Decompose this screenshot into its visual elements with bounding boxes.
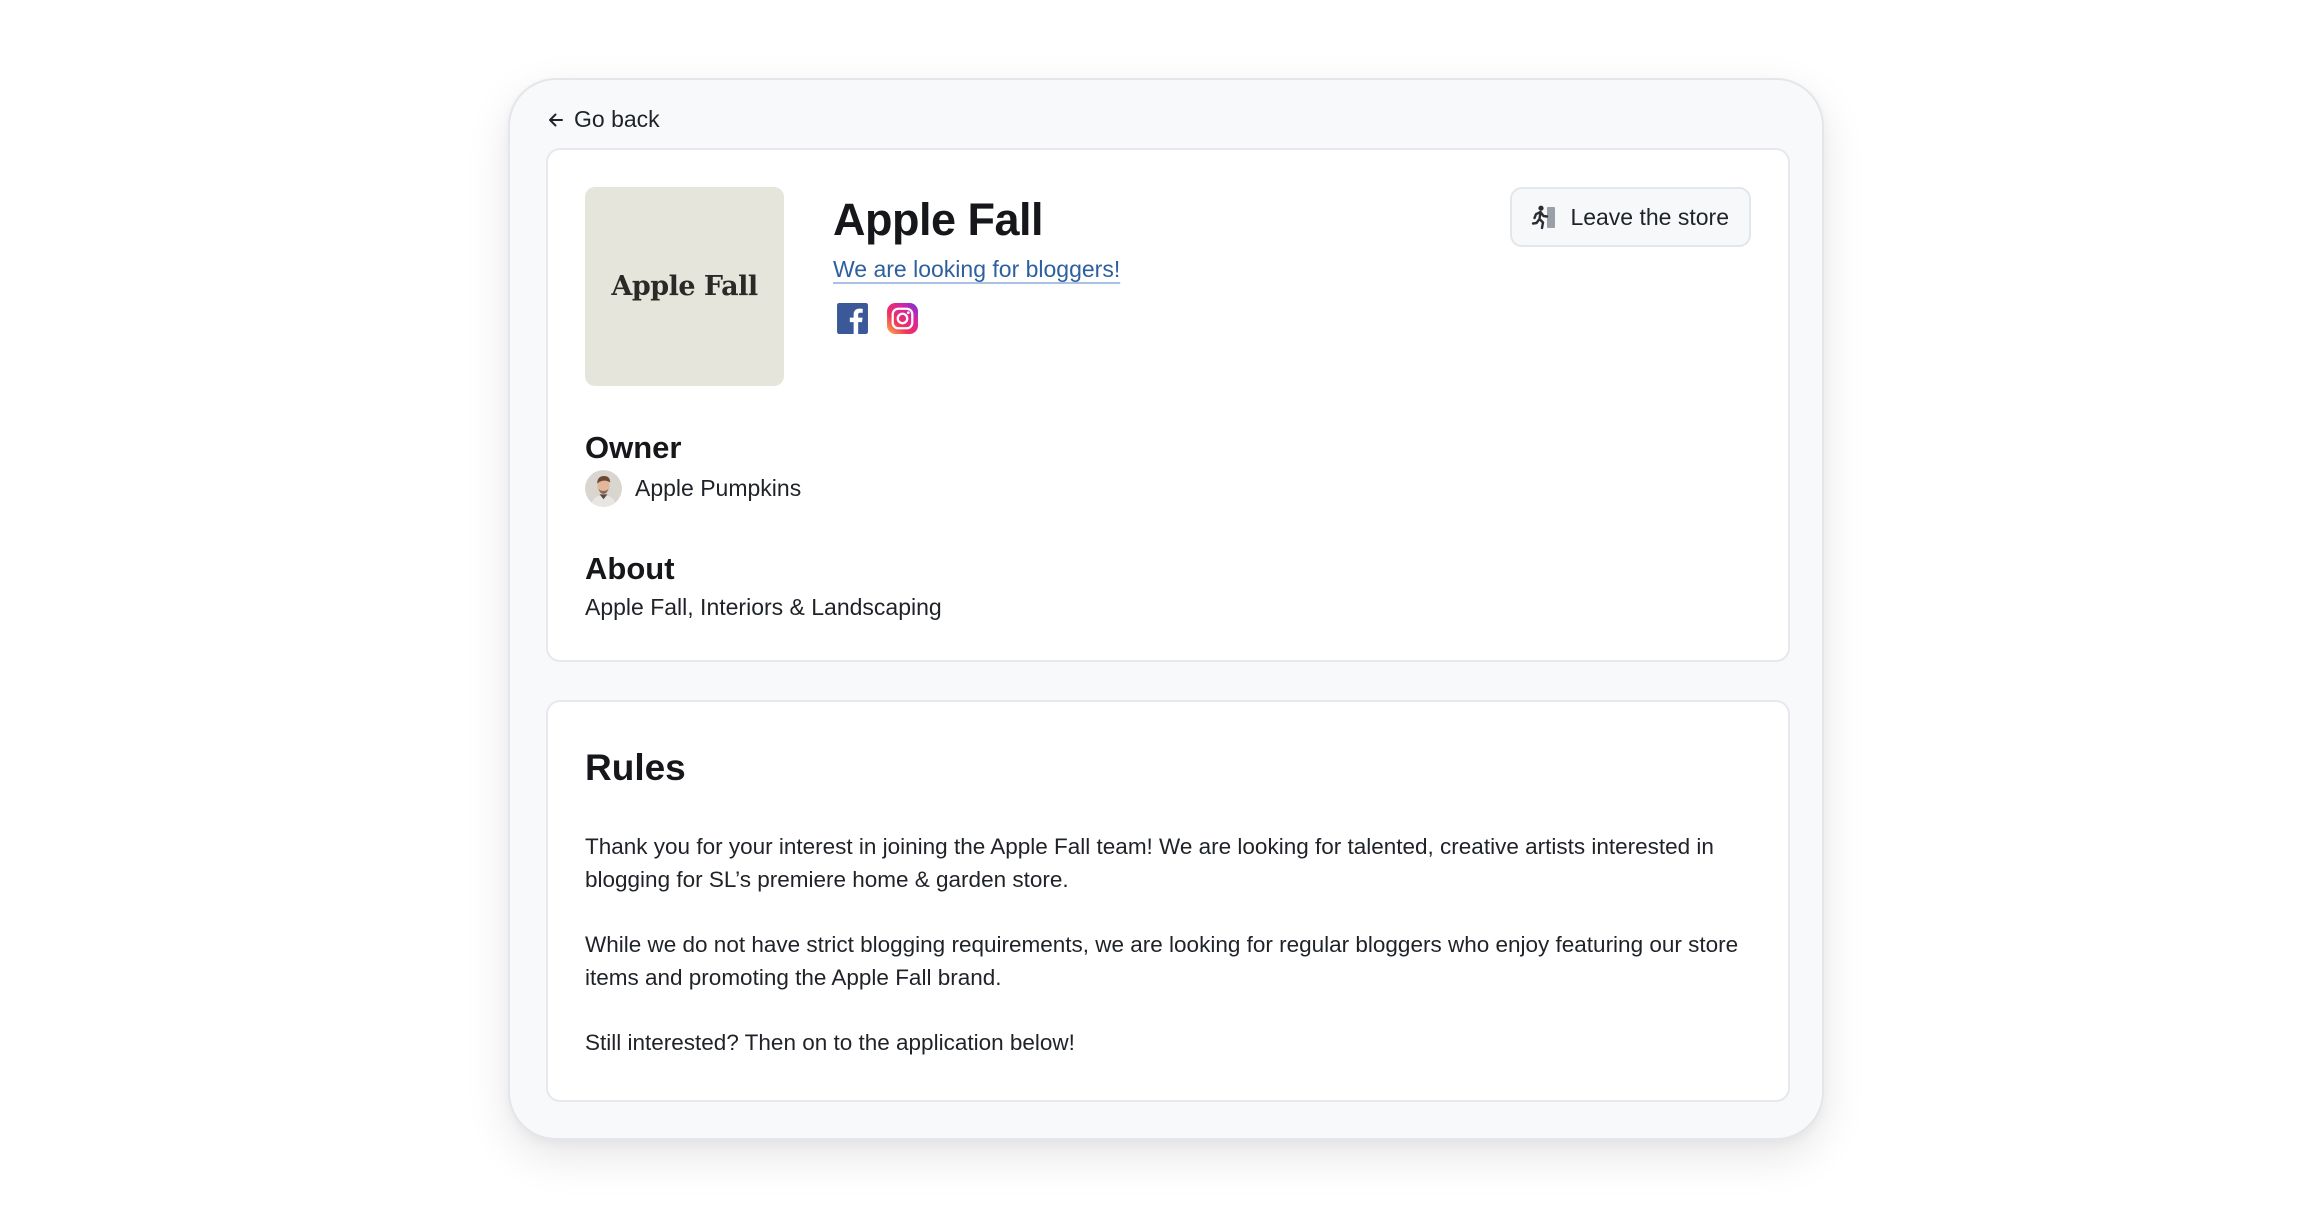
leave-store-button[interactable]: Leave the store <box>1510 187 1751 247</box>
rules-card: Rules Thank you for your interest in joi… <box>546 700 1790 1102</box>
about-heading: About <box>585 551 675 586</box>
facebook-icon[interactable] <box>836 302 869 335</box>
go-back-label: Go back <box>574 106 660 132</box>
store-panel: Go back Apple Fall Apple Fall We are loo… <box>508 78 1824 1140</box>
running-exit-icon <box>1532 205 1556 230</box>
store-logo-text: Apple Fall <box>611 271 758 302</box>
rules-body: Thank you for your interest in joining t… <box>585 830 1755 1059</box>
owner-name: Apple Pumpkins <box>635 475 802 501</box>
social-links <box>836 302 919 335</box>
rules-paragraph: Thank you for your interest in joining t… <box>585 834 1714 892</box>
store-name: Apple Fall <box>833 194 1044 245</box>
go-back-link[interactable]: Go back <box>546 106 660 133</box>
rules-paragraph: While we do not have strict blogging req… <box>585 932 1739 990</box>
leave-store-label: Leave the store <box>1570 203 1729 230</box>
store-info-card: Apple Fall Apple Fall We are looking for… <box>546 148 1790 662</box>
about-text: Apple Fall, Interiors & Landscaping <box>585 594 942 620</box>
arrow-left-icon <box>549 113 563 126</box>
owner-heading: Owner <box>585 430 682 465</box>
rules-paragraph: Still interested? Then on to the applica… <box>585 1030 1075 1055</box>
owner-profile[interactable]: Apple Pumpkins <box>585 470 801 507</box>
instagram-icon[interactable] <box>886 302 919 335</box>
store-tagline-link[interactable]: We are looking for bloggers! <box>833 254 1120 284</box>
avatar <box>585 470 622 507</box>
store-logo: Apple Fall <box>585 187 784 386</box>
rules-heading: Rules <box>585 747 686 788</box>
